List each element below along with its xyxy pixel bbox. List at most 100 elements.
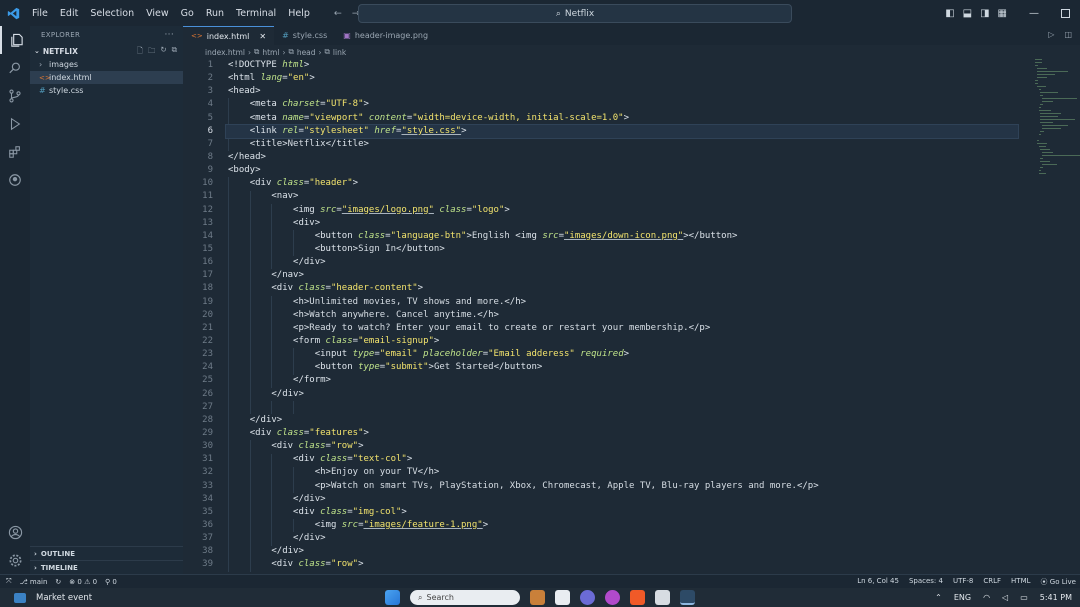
code-line[interactable]: <meta charset="UTF-8">: [228, 98, 1018, 111]
explorer-icon[interactable]: [0, 26, 30, 54]
code-editor[interactable]: 1 2 3 4 5 6 7 8 9 10 11 12 13 14 15 16 17 18 19 20 21 22 23 24 2…: [183, 59, 1080, 574]
run-debug-icon[interactable]: [0, 110, 30, 138]
outline-section[interactable]: › OUTLINE: [30, 546, 183, 560]
tab-style-css[interactable]: # style.css: [274, 26, 335, 45]
widgets-icon[interactable]: [530, 590, 545, 605]
project-folder[interactable]: ⌄ NETFLIX 🗋 🗀 ↻ ⧉: [30, 44, 183, 58]
toggle-panel-icon[interactable]: ⬓: [963, 8, 972, 19]
sync-icon[interactable]: ↻: [55, 578, 61, 586]
language-mode[interactable]: HTML: [1011, 577, 1030, 587]
timeline-section[interactable]: › TIMELINE: [30, 560, 183, 574]
collapse-all-icon[interactable]: ⧉: [172, 45, 177, 58]
code-line[interactable]: <head>: [228, 85, 1018, 98]
code-area[interactable]: <!DOCTYPE html> <html lang="en"> <head> <m…: [225, 59, 1019, 571]
new-file-icon[interactable]: 🗋: [137, 45, 143, 58]
task-view-icon[interactable]: [555, 590, 570, 605]
wifi-icon[interactable]: ◠: [983, 593, 990, 602]
code-line[interactable]: <form class="email-signup">: [228, 335, 1018, 348]
code-line[interactable]: <div class="row">: [228, 440, 1018, 453]
tab-header-image-png[interactable]: ▣ header-image.png: [335, 26, 436, 45]
vscode-taskbar-icon[interactable]: [680, 590, 695, 605]
code-line[interactable]: <input type="email" placeholder="Email a…: [228, 348, 1018, 361]
code-line[interactable]: <button type="submit">Get Started</butto…: [228, 361, 1018, 374]
github-icon[interactable]: [0, 166, 30, 194]
toggle-secondary-sidebar-icon[interactable]: ◨: [980, 8, 989, 19]
remote-icon[interactable]: ⤧: [6, 577, 12, 586]
menu-item-run[interactable]: Run: [200, 8, 230, 19]
breadcrumb-item[interactable]: link: [333, 48, 346, 57]
maximize-icon[interactable]: [1061, 8, 1070, 18]
close-icon[interactable]: ✕: [259, 32, 266, 41]
windows-start-icon[interactable]: [385, 590, 400, 605]
code-line[interactable]: </div>: [228, 545, 1018, 558]
search-icon[interactable]: [0, 54, 30, 82]
toggle-sidebar-icon[interactable]: ◧: [945, 8, 954, 19]
encoding[interactable]: UTF-8: [953, 577, 973, 587]
tab-index-html[interactable]: <> index.html ✕: [183, 26, 275, 45]
split-editor-icon[interactable]: ◫: [1064, 30, 1072, 39]
breadcrumb-item[interactable]: html: [262, 48, 279, 57]
weather-widget[interactable]: Market event: [0, 592, 92, 603]
code-line[interactable]: <!DOCTYPE html>: [228, 59, 1018, 72]
go-live-button[interactable]: ⦿ Go Live: [1041, 577, 1076, 587]
code-line[interactable]: <h>Unlimited movies, TV shows and more.<…: [228, 296, 1018, 309]
line-endings[interactable]: CRLF: [983, 577, 1001, 587]
volume-icon[interactable]: ◁: [1002, 593, 1008, 602]
menu-item-terminal[interactable]: Terminal: [230, 8, 282, 19]
menu-item-edit[interactable]: Edit: [54, 8, 84, 19]
language-indicator[interactable]: ENG: [954, 593, 971, 602]
battery-icon[interactable]: ▭: [1020, 593, 1028, 602]
code-line[interactable]: </div>: [228, 388, 1018, 401]
customize-layout-icon[interactable]: ▦: [998, 8, 1007, 19]
code-line[interactable]: <div class="text-col">: [228, 453, 1018, 466]
breadcrumb-item[interactable]: index.html: [205, 48, 245, 57]
menu-item-go[interactable]: Go: [175, 8, 200, 19]
menu-item-view[interactable]: View: [140, 8, 175, 19]
code-line[interactable]: <h>Enjoy on your TV</h>: [228, 466, 1018, 479]
new-folder-icon[interactable]: 🗀: [148, 45, 156, 58]
chat-icon[interactable]: [580, 590, 595, 605]
run-icon[interactable]: ▷: [1048, 30, 1054, 39]
code-line[interactable]: <button class="language-btn">English <im…: [228, 230, 1018, 243]
command-center-search[interactable]: ⌕ Netflix: [358, 4, 792, 23]
code-line[interactable]: [228, 401, 1018, 414]
tree-item-style-css[interactable]: # style.css: [30, 84, 183, 97]
code-line[interactable]: <meta name="viewport" content="width=dev…: [228, 112, 1018, 125]
code-line[interactable]: </div>: [228, 493, 1018, 506]
code-line[interactable]: </div>: [228, 414, 1018, 427]
code-line[interactable]: <div class="header-content">: [228, 282, 1018, 295]
problems-indicator[interactable]: ⊗ 0 ⚠ 0: [69, 578, 97, 586]
extensions-icon[interactable]: [0, 138, 30, 166]
code-line[interactable]: <title>Netflix</title>: [228, 138, 1018, 151]
menu-item-help[interactable]: Help: [282, 8, 316, 19]
code-line[interactable]: <link rel="stylesheet" href="style.css">: [225, 123, 1019, 139]
menu-item-selection[interactable]: Selection: [84, 8, 140, 19]
chevron-up-icon[interactable]: ⌃: [935, 593, 942, 602]
code-line[interactable]: </div>: [228, 532, 1018, 545]
code-line[interactable]: <img src="images/feature-1.png">: [228, 519, 1018, 532]
code-line[interactable]: <h>Watch anywhere. Cancel anytime.</h>: [228, 309, 1018, 322]
media-app-icon[interactable]: [655, 590, 670, 605]
minimize-icon[interactable]: —: [1029, 8, 1039, 19]
code-line[interactable]: </form>: [228, 374, 1018, 387]
ports-indicator[interactable]: ⚲ 0: [105, 578, 117, 586]
code-line[interactable]: <div>: [228, 217, 1018, 230]
code-line[interactable]: <div class="img-col">: [228, 506, 1018, 519]
code-line[interactable]: <img src="images/logo.png" class="logo">: [228, 204, 1018, 217]
code-line[interactable]: </div>: [228, 256, 1018, 269]
brave-browser-icon[interactable]: [630, 590, 645, 605]
tree-item-index-html[interactable]: <> index.html: [30, 71, 183, 84]
clock[interactable]: 5:41 PM: [1040, 593, 1072, 602]
code-line[interactable]: </nav>: [228, 269, 1018, 282]
branch-indicator[interactable]: ⎇ main: [20, 578, 48, 586]
settings-gear-icon[interactable]: [0, 546, 30, 574]
cursor-position[interactable]: Ln 6, Col 45: [857, 577, 899, 587]
code-line[interactable]: <p>Ready to watch? Enter your email to c…: [228, 322, 1018, 335]
tree-item-images[interactable]: › images: [30, 58, 183, 71]
code-line[interactable]: <div class="features">: [228, 427, 1018, 440]
menu-item-file[interactable]: File: [26, 8, 54, 19]
profile-app-icon[interactable]: [605, 590, 620, 605]
source-control-icon[interactable]: [0, 82, 30, 110]
breadcrumb-item[interactable]: head: [297, 48, 316, 57]
more-actions-icon[interactable]: ···: [165, 30, 174, 40]
